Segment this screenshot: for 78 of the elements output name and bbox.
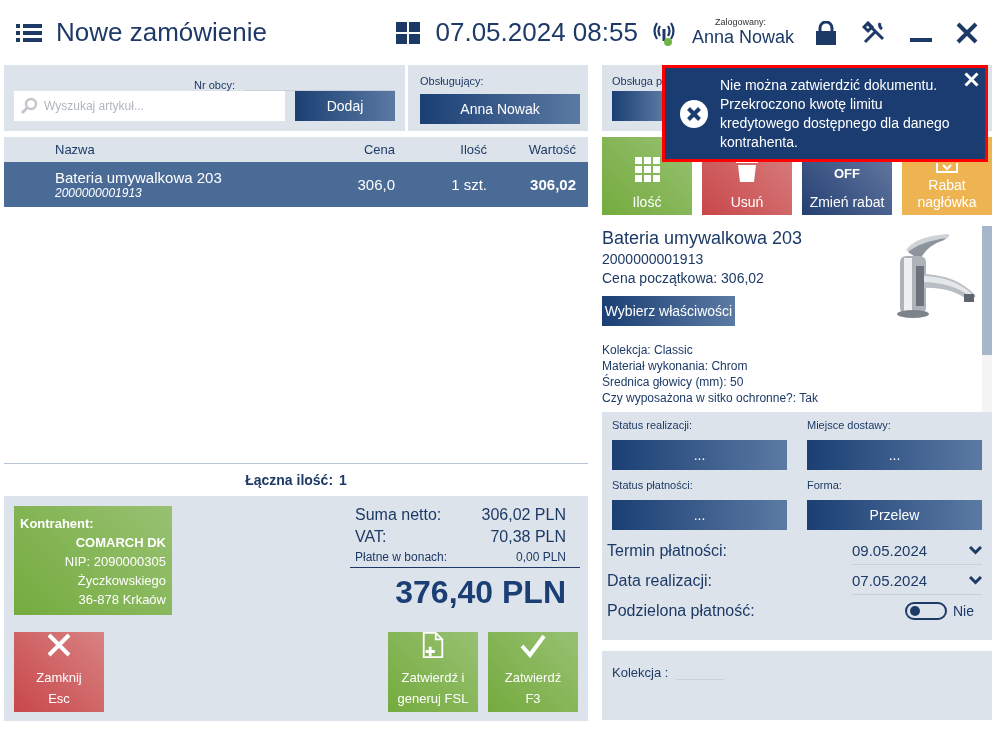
product-name: Bateria umywalkowa 203 <box>55 169 223 186</box>
document-plus-icon <box>421 632 445 658</box>
tools-icon <box>862 20 886 45</box>
properties-button[interactable]: Wybierz właściwości <box>602 296 735 326</box>
column-header: Nazwa <box>55 142 96 157</box>
close-icon <box>956 21 978 44</box>
toggle-switch[interactable] <box>905 602 947 620</box>
logged-in-label: Zalogowany: <box>714 17 766 27</box>
collection-label: Kolekcja : <box>612 665 669 680</box>
service-label: Obsługa p <box>612 74 663 89</box>
service-button[interactable] <box>612 91 664 121</box>
contractor-detail: NIP: 2090000305 <box>63 553 166 571</box>
close-button[interactable]: Zamknij Esc <box>14 632 104 712</box>
total-label: Suma netto: <box>355 506 442 525</box>
selector-button[interactable]: ... <box>612 440 787 470</box>
quantity-cell-text: 1 szt. <box>450 176 487 193</box>
total-quantity-label: Łączna ilość: <box>245 472 334 488</box>
search-icon <box>20 97 38 115</box>
product-code: 2000000001913 <box>602 250 705 269</box>
user-name: Anna Nowak <box>691 27 794 48</box>
selector-button[interactable]: ... <box>807 440 982 470</box>
windows-icon <box>395 21 420 44</box>
product-attribute: Materiał wykonania: Chrom <box>602 358 749 374</box>
date-field[interactable]: 07.05.2024 <box>852 567 982 595</box>
column-header: Wartość <box>527 142 576 157</box>
total-value: 306,02 PLN <box>481 506 566 525</box>
date-label: Termin płatności: <box>607 542 729 560</box>
product-attribute: Kolekcja: Classic <box>602 342 694 358</box>
error-icon <box>680 99 708 128</box>
grand-total: 376,40 PLN <box>394 574 567 611</box>
total-quantity-value: 1 <box>339 472 347 488</box>
value-cell-text: 306,02 <box>529 176 576 193</box>
contractor-detail: 36-878 Krkaów <box>77 591 166 609</box>
selector-label: Miejsce dostawy: <box>807 418 892 433</box>
lock-icon <box>814 20 838 45</box>
initial-price: Cena początkowa: 306,02 <box>602 269 765 288</box>
contractor-label: Kontrahent: <box>20 515 95 533</box>
product-title: Bateria umywalkowa 203 <box>602 227 804 250</box>
window-title: Nowe zamówienie <box>56 17 267 48</box>
operator-button[interactable]: Anna Nowak <box>420 94 580 124</box>
date-field[interactable]: 09.05.2024 <box>852 537 982 565</box>
price-cell-text: 306,0 <box>356 176 395 193</box>
tray-icon <box>936 163 958 173</box>
chevron-down-icon <box>969 576 982 585</box>
total-label: VAT: <box>355 528 387 547</box>
contractor-name: COMARCH DK <box>74 534 166 552</box>
selector-label: Status płatności: <box>612 478 694 493</box>
product-code: 2000000001913 <box>55 186 143 200</box>
date-time: 07.05.2024 08:55 <box>435 17 638 48</box>
total-label: Płatne w bonach: <box>355 550 448 566</box>
chevron-down-icon <box>969 546 982 555</box>
selector-label: Status realizacji: <box>612 418 694 433</box>
add-button[interactable]: Dodaj <box>295 91 395 121</box>
foreign-number-label: Nr obcy: <box>194 79 235 91</box>
selector-label: Forma: <box>807 478 843 493</box>
selector-button[interactable]: ... <box>612 500 787 530</box>
product-attribute: Średnica głowicy (mm): 50 <box>602 374 745 390</box>
grid-icon <box>634 157 660 182</box>
toggle-value: Nie <box>953 603 974 619</box>
close-icon[interactable] <box>964 72 979 87</box>
menu-icon <box>16 22 42 43</box>
total-value: 0,00 PLN <box>515 550 566 566</box>
column-header: Ilość <box>459 142 487 157</box>
date-label: Data realizacji: <box>607 572 713 590</box>
table-row[interactable]: Bateria umywalkowa 203 2000000001913 306,0 1 szt. 306,02 <box>4 162 588 207</box>
contractor-detail: Życzkowskiego <box>76 572 166 590</box>
product-attribute: Czy wyposażona w sitko ochronne?: Tak <box>602 390 819 406</box>
operator-label: Obsługujący: <box>420 74 484 89</box>
scrollbar[interactable] <box>982 226 992 412</box>
minimize-icon <box>910 37 932 42</box>
total-value: 70,38 PLN <box>490 528 566 547</box>
column-header: Cena <box>362 142 395 157</box>
split-payment-label: Podzielona płatność: <box>607 602 756 620</box>
close-icon <box>46 632 72 658</box>
check-icon <box>520 634 546 658</box>
search-field[interactable]: Wyszukaj artykuł... <box>14 91 285 121</box>
off-icon: OFF <box>834 165 860 182</box>
selector-button[interactable]: Przelew <box>807 500 982 530</box>
